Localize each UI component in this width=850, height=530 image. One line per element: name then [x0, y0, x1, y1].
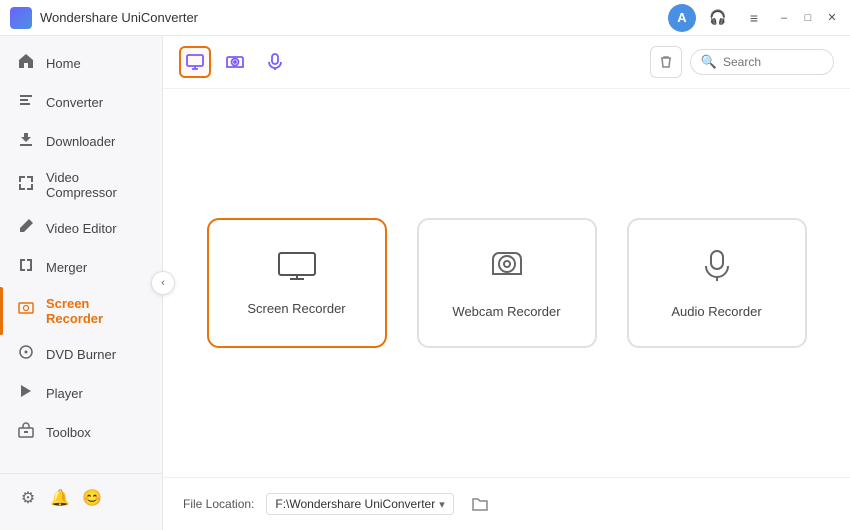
toolbox-icon	[16, 422, 36, 443]
sidebar-item-toolbox[interactable]: Toolbox	[0, 413, 162, 452]
sidebar-item-player[interactable]: Player	[0, 374, 162, 413]
sidebar-label-toolbox: Toolbox	[46, 425, 91, 440]
sidebar-label-screen-recorder: Screen Recorder	[46, 296, 146, 326]
file-path-select[interactable]: F:\Wondershare UniConverter ▾	[266, 493, 453, 515]
sidebar-label-video-compressor: Video Compressor	[46, 170, 146, 200]
sidebar-item-home[interactable]: Home	[0, 44, 162, 83]
cards-area: Screen Recorder Webcam Recorder	[163, 89, 850, 477]
sidebar-label-dvd-burner: DVD Burner	[46, 347, 116, 362]
compress-icon	[16, 175, 36, 196]
sidebar-label-merger: Merger	[46, 260, 87, 275]
webcam-recorder-card-label: Webcam Recorder	[452, 304, 560, 319]
webcam-recorder-card[interactable]: Webcam Recorder	[417, 218, 597, 348]
sidebar-item-dvd-burner[interactable]: DVD Burner	[0, 335, 162, 374]
footer: File Location: F:\Wondershare UniConvert…	[163, 477, 850, 530]
trash-button[interactable]	[650, 46, 682, 78]
audio-recorder-card[interactable]: Audio Recorder	[627, 218, 807, 348]
screen-recorder-icon	[16, 301, 36, 322]
toolbar: 🔍	[163, 36, 850, 89]
player-icon	[16, 383, 36, 404]
toolbar-right: 🔍	[650, 46, 834, 78]
editor-icon	[16, 218, 36, 239]
sidebar-item-converter[interactable]: Converter	[0, 83, 162, 122]
file-path-value: F:\Wondershare UniConverter	[275, 497, 435, 511]
dvd-icon	[16, 344, 36, 365]
open-folder-button[interactable]	[466, 490, 494, 518]
collapse-sidebar-button[interactable]: ‹	[151, 271, 175, 295]
sidebar: Home Converter Downloader Video Compress…	[0, 36, 163, 530]
menu-icon[interactable]: ≡	[740, 4, 768, 32]
search-input[interactable]	[723, 55, 823, 69]
headset-icon[interactable]: 🎧	[704, 4, 732, 32]
search-box: 🔍	[690, 49, 834, 75]
minimize-button[interactable]: –	[776, 10, 792, 26]
screen-recorder-card-icon	[277, 251, 317, 289]
app-name: Wondershare UniConverter	[40, 10, 668, 25]
help-icon[interactable]: 😊	[78, 484, 106, 512]
sidebar-item-screen-recorder[interactable]: Screen Recorder	[0, 287, 162, 335]
home-icon	[16, 53, 36, 74]
sidebar-item-video-compressor[interactable]: Video Compressor	[0, 161, 162, 209]
merger-icon	[16, 257, 36, 278]
close-button[interactable]: ✕	[824, 10, 840, 26]
screen-recorder-card-label: Screen Recorder	[247, 301, 345, 316]
tab-screen-record[interactable]	[179, 46, 211, 78]
sidebar-label-converter: Converter	[46, 95, 103, 110]
app-logo	[10, 7, 32, 29]
tab-webcam-record[interactable]	[219, 46, 251, 78]
sidebar-label-downloader: Downloader	[46, 134, 115, 149]
sidebar-item-merger[interactable]: Merger	[0, 248, 162, 287]
search-icon: 🔍	[701, 54, 717, 70]
downloader-icon	[16, 131, 36, 152]
title-bar-controls: A 🎧 ≡ – □ ✕	[668, 4, 840, 32]
title-bar: Wondershare UniConverter A 🎧 ≡ – □ ✕	[0, 0, 850, 36]
file-location-label: File Location:	[183, 497, 254, 511]
maximize-button[interactable]: □	[800, 10, 816, 26]
audio-recorder-card-icon	[699, 248, 735, 292]
sidebar-label-player: Player	[46, 386, 83, 401]
sidebar-bottom: ⚙ 🔔 😊	[0, 473, 162, 522]
user-avatar[interactable]: A	[668, 4, 696, 32]
webcam-recorder-card-icon	[489, 248, 525, 292]
tab-audio-record[interactable]	[259, 46, 291, 78]
sidebar-label-home: Home	[46, 56, 81, 71]
screen-recorder-card[interactable]: Screen Recorder	[207, 218, 387, 348]
content-area: ‹	[163, 36, 850, 530]
main-layout: Home Converter Downloader Video Compress…	[0, 36, 850, 530]
sidebar-label-video-editor: Video Editor	[46, 221, 117, 236]
dropdown-arrow-icon: ▾	[439, 498, 445, 511]
audio-recorder-card-label: Audio Recorder	[671, 304, 761, 319]
sidebar-item-video-editor[interactable]: Video Editor	[0, 209, 162, 248]
sidebar-item-downloader[interactable]: Downloader	[0, 122, 162, 161]
settings-icon[interactable]: ⚙	[14, 484, 42, 512]
bell-icon[interactable]: 🔔	[46, 484, 74, 512]
converter-icon	[16, 92, 36, 113]
